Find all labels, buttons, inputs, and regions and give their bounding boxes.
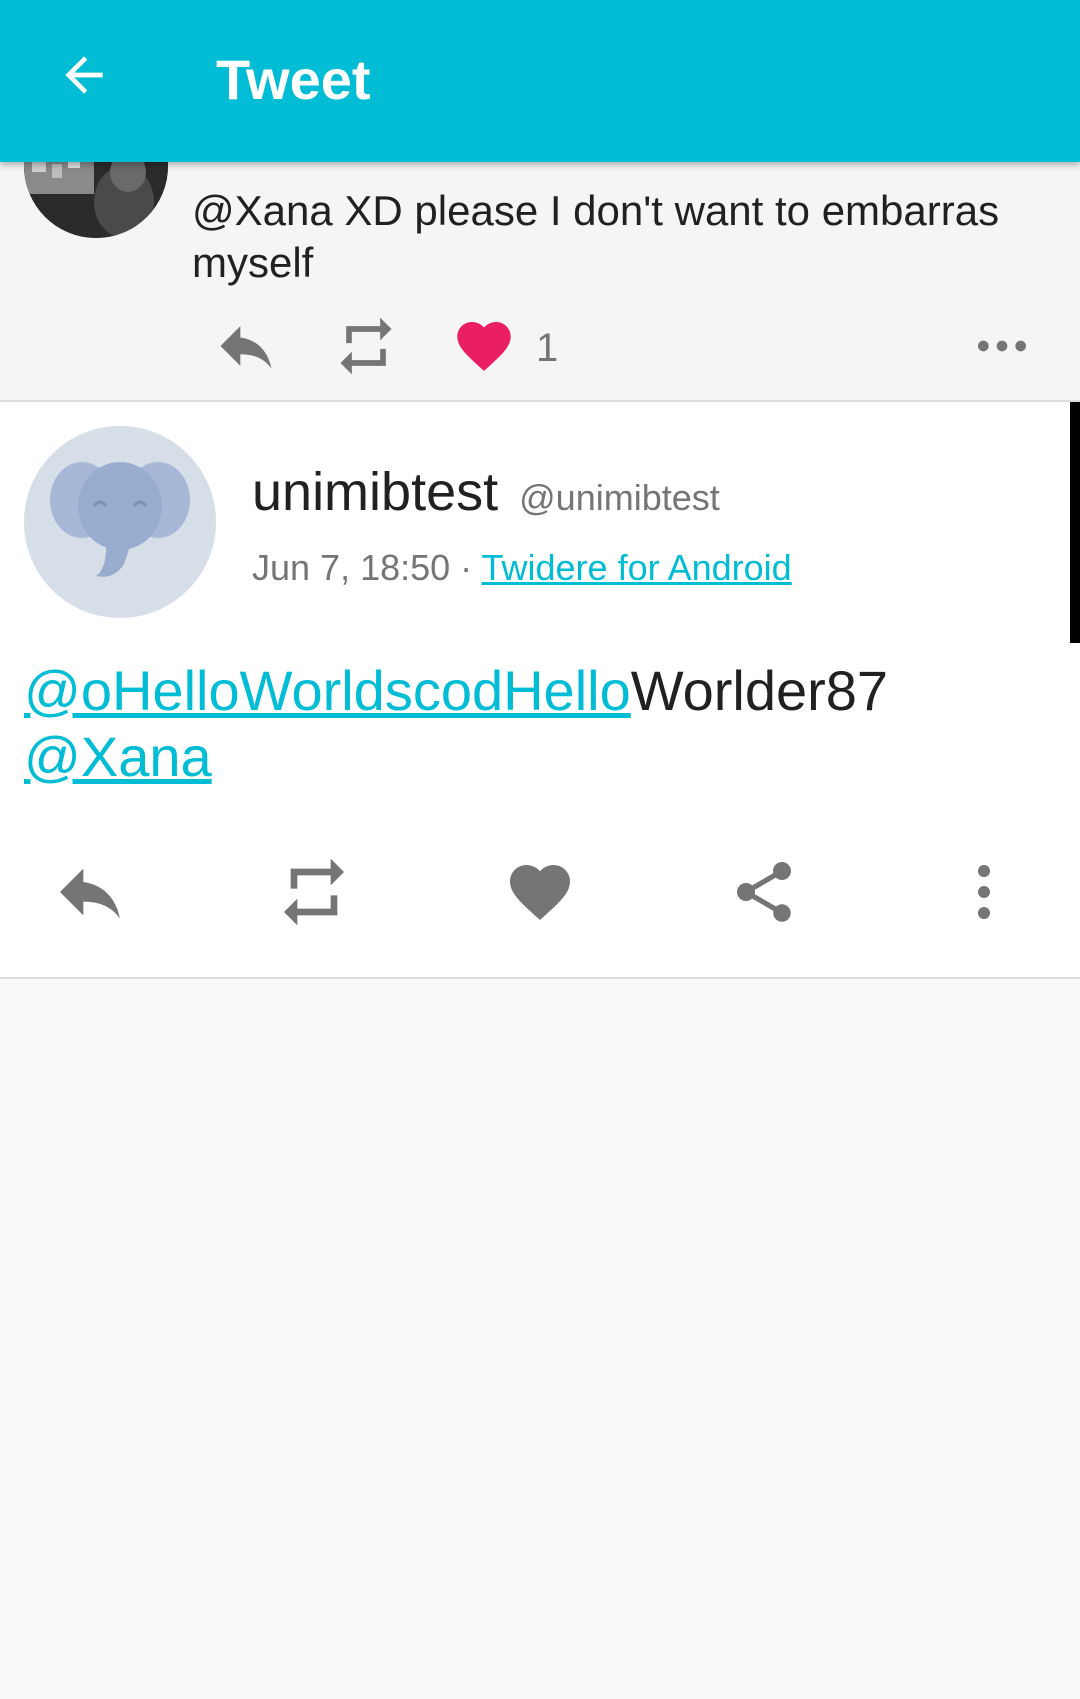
reply-icon — [50, 852, 130, 937]
heart-icon — [504, 856, 576, 933]
avatar[interactable] — [24, 162, 168, 238]
like-button[interactable]: 1 — [452, 312, 558, 384]
main-tweet: unimibtest @unimibtest Jun 7, 18:50 · Tw… — [0, 402, 1080, 978]
mention-link[interactable]: @Xana — [24, 725, 212, 788]
tweet-meta: Jun 7, 18:50 · Twidere for Android — [252, 546, 792, 590]
tweet-time: Jun 7, 18:50 — [252, 547, 451, 588]
reply-button[interactable] — [42, 846, 138, 942]
elephant-icon — [24, 462, 216, 618]
like-button[interactable] — [492, 846, 588, 942]
user-name[interactable]: unimibtest — [252, 462, 498, 522]
divider — [0, 977, 1080, 979]
retweet-icon — [274, 852, 354, 937]
source-link[interactable]: Twidere for Android — [482, 547, 792, 588]
user-name-row[interactable]: unimibtest @unimibtest — [252, 460, 720, 530]
screen-name[interactable]: @unimibtest — [519, 477, 720, 518]
more-button[interactable] — [936, 846, 1032, 942]
tweet-text: @oHelloWorldscodHelloWorlder87 @Xana — [24, 658, 1054, 790]
meta-separator: · — [450, 547, 482, 588]
reply-button[interactable] — [212, 312, 280, 384]
tweet-text: @Xana XD please I don't want to embarras… — [192, 187, 1000, 286]
arrow-back-icon — [56, 47, 112, 108]
retweet-button[interactable] — [266, 846, 362, 942]
share-button[interactable] — [716, 846, 812, 942]
mention-link[interactable]: @oHelloWorldscodHello — [24, 659, 631, 722]
previous-tweet[interactable]: @Xana XD please I don't want to embarras… — [0, 162, 1080, 400]
more-button[interactable] — [970, 312, 1034, 384]
tweet-actions — [0, 846, 1080, 942]
share-icon — [728, 856, 800, 933]
more-vertical-icon — [948, 856, 1020, 933]
scrollbar[interactable] — [1070, 402, 1080, 643]
like-count: 1 — [536, 325, 559, 370]
heart-icon — [452, 314, 516, 383]
tweet-actions: 1 — [0, 312, 1080, 384]
back-button[interactable] — [48, 41, 120, 113]
retweet-button[interactable] — [332, 312, 400, 384]
more-horizontal-icon — [970, 314, 1034, 383]
tweet-text-plain: Worlder87 — [630, 659, 889, 722]
page-title: Tweet — [216, 48, 371, 111]
app-bar: Tweet — [0, 0, 1080, 162]
retweet-icon — [332, 312, 400, 385]
reply-icon — [212, 312, 280, 385]
avatar[interactable] — [24, 426, 216, 618]
